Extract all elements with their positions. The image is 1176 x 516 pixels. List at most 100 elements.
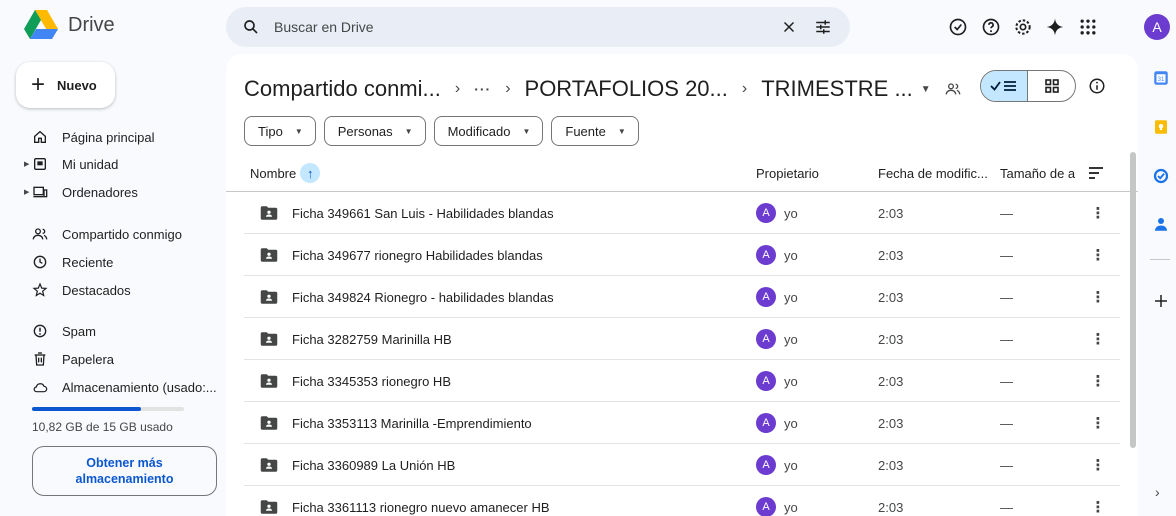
breadcrumb-more[interactable]: ··· [474,81,491,97]
sidebar-item-spam[interactable]: Spam [16,319,206,343]
owner-label: yo [784,373,798,389]
sidebar-item-my-drive[interactable]: ▶ Mi unidad [16,152,206,176]
column-modified-header[interactable]: Fecha de modific... [878,154,988,192]
drive-logo[interactable]: Drive [24,10,115,40]
filter-label: Personas [337,123,393,139]
file-owner: Ayo [756,276,798,318]
table-row[interactable]: Ficha 349824 Rionegro - habilidades blan… [244,276,1120,318]
file-name[interactable]: Ficha 3282759 Marinilla HB [292,318,452,360]
file-name[interactable]: Ficha 349661 San Luis - Habilidades blan… [292,192,554,234]
more-actions-icon[interactable]: ⋮ [1088,203,1108,223]
chevron-right-icon[interactable]: › [1155,484,1160,500]
more-actions-icon[interactable]: ⋮ [1088,371,1108,391]
shared-folder-icon [260,416,278,430]
column-label: Fecha de modific... [878,165,988,181]
file-name[interactable]: Ficha 349677 rionegro Habilidades blanda… [292,234,543,276]
shared-folder-icon [260,332,278,346]
calendar-icon[interactable]: 31 [1152,69,1170,87]
scrollbar-thumb[interactable] [1130,152,1136,448]
search-input[interactable]: Buscar en Drive [274,19,374,35]
file-size: — [1000,247,1013,263]
search-icon[interactable] [242,18,260,36]
file-size: — [1000,205,1013,221]
table-row[interactable]: Ficha 3353113 Marinilla -Emprendimiento A… [244,402,1120,444]
table-row[interactable]: Ficha 3345353 rionegro HB Ayo 2:03 — ⋮ [244,360,1120,402]
help-icon[interactable] [981,17,1001,37]
sort-options-icon[interactable] [1088,166,1104,180]
new-button[interactable]: + Nuevo [16,62,115,108]
apps-grid-icon[interactable] [1078,17,1098,37]
sidebar-item-storage[interactable]: Almacenamiento (usado:... [16,375,217,399]
info-icon[interactable] [1088,77,1106,95]
sidebar-item-label: Compartido conmigo [62,226,182,242]
filter-people[interactable]: Personas ▼ [323,116,426,146]
search-options-icon[interactable] [814,18,832,36]
shared-folder-icon[interactable] [945,81,961,97]
cloud-icon [33,383,48,393]
gear-icon[interactable] [1013,17,1033,37]
file-name[interactable]: Ficha 3353113 Marinilla -Emprendimiento [292,402,532,444]
file-owner: Ayo [756,402,798,444]
add-addon-icon[interactable] [1152,292,1170,310]
app-name: Drive [68,13,115,36]
breadcrumb-current[interactable]: TRIMESTRE ... [761,76,913,102]
more-actions-icon[interactable]: ⋮ [1088,413,1108,433]
owner-label: yo [784,205,798,221]
column-name-header[interactable]: Nombre ↑ [250,154,321,192]
sidebar-item-recent[interactable]: Reciente [16,250,206,274]
get-more-storage-button[interactable]: Obtener más almacenamiento [32,446,217,496]
tasks-icon[interactable] [1152,167,1170,185]
more-actions-icon[interactable]: ⋮ [1088,497,1108,516]
filter-source[interactable]: Fuente ▼ [551,116,639,146]
column-label: Nombre [250,165,297,181]
owner-avatar: A [756,455,776,475]
keep-icon[interactable] [1152,118,1170,136]
expand-caret-icon[interactable]: ▶ [24,188,29,196]
more-actions-icon[interactable]: ⋮ [1088,287,1108,307]
file-name[interactable]: Ficha 3361113 rionegro nuevo amanecer HB [292,486,550,516]
filter-modified[interactable]: Modificado ▼ [433,116,544,146]
breadcrumb-root[interactable]: Compartido conmi... [244,76,441,102]
list-view-button[interactable] [981,71,1029,101]
sidebar-item-trash[interactable]: Papelera [16,347,206,371]
sidebar-item-computers[interactable]: ▶ Ordenadores [16,180,206,204]
grid-view-button[interactable] [1028,71,1075,101]
sidebar-item-starred[interactable]: Destacados [16,278,206,302]
file-name[interactable]: Ficha 349824 Rionegro - habilidades blan… [292,276,554,318]
table-row[interactable]: Ficha 349677 rionegro Habilidades blanda… [244,234,1120,276]
gemini-icon[interactable] [1045,17,1065,37]
sort-ascending-icon[interactable]: ↑ [300,163,321,183]
filter-type[interactable]: Tipo ▼ [244,116,316,146]
file-name[interactable]: Ficha 3360989 La Unión HB [292,444,455,486]
sidebar-item-shared[interactable]: Compartido conmigo [16,222,206,246]
chevron-right-icon: › [741,80,748,97]
account-avatar[interactable]: A [1144,14,1170,40]
column-owner-header[interactable]: Propietario [756,154,819,192]
table-row[interactable]: Ficha 3361113 rionegro nuevo amanecer HB… [244,486,1120,516]
owner-label: yo [784,247,798,263]
expand-caret-icon[interactable]: ▶ [24,160,29,168]
breadcrumb-middle[interactable]: PORTAFOLIOS 20... [525,76,728,102]
column-label: Propietario [756,165,819,181]
file-modified: 2:03 [878,289,904,305]
contacts-icon[interactable] [1152,215,1170,233]
sidebar-item-home[interactable]: Página principal [16,125,206,149]
sidebar-item-label: Página principal [62,129,155,145]
shared-folder-icon [260,206,278,220]
chevron-down-icon: ▼ [522,126,531,136]
close-icon[interactable] [780,18,798,36]
more-actions-icon[interactable]: ⋮ [1088,245,1108,265]
sidebar-item-label: Almacenamiento (usado:... [62,379,217,395]
search-bar[interactable]: Buscar en Drive [226,7,850,47]
more-actions-icon[interactable]: ⋮ [1088,329,1108,349]
top-bar: Drive Buscar en Drive A [0,0,1176,54]
more-actions-icon[interactable]: ⋮ [1088,455,1108,475]
chevron-down-icon[interactable]: ▼ [921,84,931,95]
table-row[interactable]: Ficha 3360989 La Unión HB Ayo 2:03 — ⋮ [244,444,1120,486]
table-row[interactable]: Ficha 349661 San Luis - Habilidades blan… [244,192,1120,234]
column-size-header[interactable]: Tamaño de a [1000,154,1075,192]
table-row[interactable]: Ficha 3282759 Marinilla HB Ayo 2:03 — ⋮ [244,318,1120,360]
offline-status-icon[interactable] [948,17,968,37]
file-name[interactable]: Ficha 3345353 rionegro HB [292,360,451,402]
owner-avatar: A [756,371,776,391]
